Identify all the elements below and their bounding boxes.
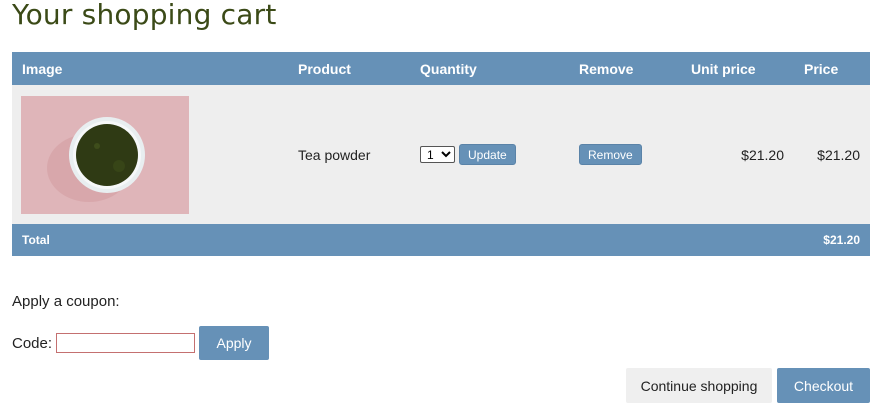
item-image-cell: [12, 85, 288, 224]
cart-header-row: Image Product Quantity Remove Unit price…: [12, 52, 870, 85]
quantity-select[interactable]: 1: [420, 146, 455, 163]
cart-item-row: Tea powder 1 Update Remove $21.20 $21.20: [12, 85, 870, 224]
header-image: Image: [22, 60, 63, 77]
header-quantity: Quantity: [420, 60, 477, 77]
item-remove-cell: Remove: [569, 85, 681, 224]
product-image: [21, 95, 189, 214]
coupon-code-label: Code:: [12, 334, 53, 352]
header-remove: Remove: [579, 60, 634, 77]
remove-button[interactable]: Remove: [579, 144, 642, 165]
header-price: Price: [804, 60, 839, 77]
header-product: Product: [298, 60, 351, 77]
cart-table: Image Product Quantity Remove Unit price…: [12, 52, 870, 256]
cart-total-row: Total $21.20: [12, 224, 870, 256]
coupon-code-input[interactable]: [56, 333, 196, 353]
header-unit-price: Unit price: [691, 60, 756, 77]
item-product: Tea powder: [298, 146, 371, 163]
coupon-heading: Apply a coupon:: [12, 293, 120, 310]
item-quantity-cell: 1 Update: [410, 85, 569, 224]
total-value: $21.20: [823, 233, 860, 247]
coupon-form: Code: Apply: [12, 326, 270, 360]
item-unit-price: $21.20: [741, 146, 784, 163]
page-title: Your shopping cart: [12, 0, 277, 31]
apply-coupon-button[interactable]: Apply: [199, 326, 270, 360]
total-label: Total: [22, 233, 50, 247]
continue-shopping-button[interactable]: Continue shopping: [626, 368, 772, 403]
checkout-button[interactable]: Checkout: [777, 368, 870, 403]
update-button[interactable]: Update: [459, 144, 516, 165]
item-price: $21.20: [817, 146, 860, 163]
